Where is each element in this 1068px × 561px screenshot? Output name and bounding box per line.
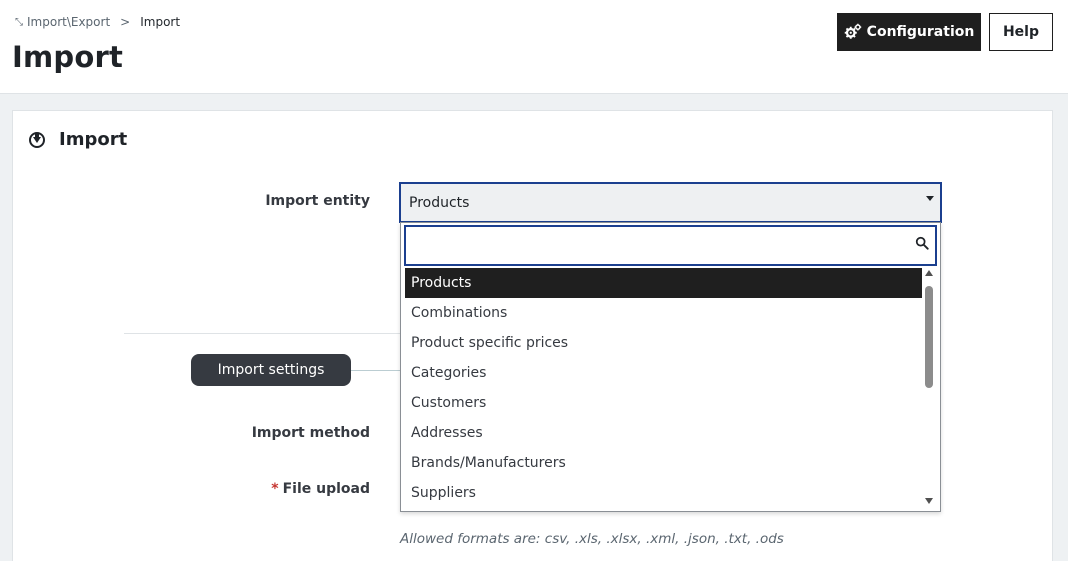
page-title: Import: [12, 40, 124, 74]
dropdown-search-input[interactable]: [404, 225, 937, 266]
dropdown-option[interactable]: Brands/Manufacturers: [405, 448, 922, 478]
dropdown-option[interactable]: Addresses: [405, 418, 922, 448]
dropdown-option[interactable]: Combinations: [405, 298, 922, 328]
configuration-button[interactable]: Configuration: [837, 13, 981, 51]
card-header: Import: [29, 129, 127, 150]
help-button[interactable]: Help: [989, 13, 1053, 51]
circle-arrow-down-icon: [29, 131, 45, 148]
import-export-icon: ⤡: [15, 16, 23, 28]
import-method-label: Import method: [251, 425, 370, 441]
dropdown-option[interactable]: Products: [405, 268, 922, 298]
scroll-down-icon[interactable]: [925, 498, 933, 504]
dropdown-option[interactable]: Product specific prices: [405, 328, 922, 358]
required-marker: *: [271, 481, 279, 497]
breadcrumb: ⤡ Import\Export > Import: [15, 15, 180, 29]
section-divider: [124, 333, 424, 334]
caret-down-icon: [926, 196, 934, 201]
search-icon: [915, 236, 929, 250]
dropdown-option[interactable]: Suppliers: [405, 478, 922, 508]
scroll-up-icon[interactable]: [925, 270, 933, 276]
dropdown-scrollbar[interactable]: [924, 268, 934, 506]
import-settings-pill: Import settings: [191, 354, 351, 386]
breadcrumb-current: Import: [140, 15, 181, 29]
breadcrumb-parent[interactable]: Import\Export: [27, 15, 110, 29]
scrollbar-thumb[interactable]: [925, 286, 933, 388]
dropdown-options: Products Combinations Product specific p…: [405, 268, 922, 508]
file-upload-label-text: File upload: [282, 481, 370, 497]
import-entity-select[interactable]: Products: [399, 182, 942, 223]
file-upload-label: * File upload: [170, 481, 370, 497]
card-title: Import: [59, 129, 128, 150]
page-header: ⤡ Import\Export > Import Import Configur…: [0, 0, 1068, 94]
entity-dropdown: Products Combinations Product specific p…: [400, 222, 941, 512]
configuration-label: Configuration: [866, 24, 975, 40]
import-entity-value: Products: [409, 194, 470, 211]
import-entity-label: Import entity: [265, 193, 370, 209]
gears-icon: [844, 23, 861, 39]
dropdown-option[interactable]: Categories: [405, 358, 922, 388]
dropdown-option[interactable]: Customers: [405, 388, 922, 418]
allowed-formats-help: Allowed formats are: csv, .xls, .xlsx, .…: [400, 531, 784, 547]
breadcrumb-separator: >: [120, 15, 131, 29]
